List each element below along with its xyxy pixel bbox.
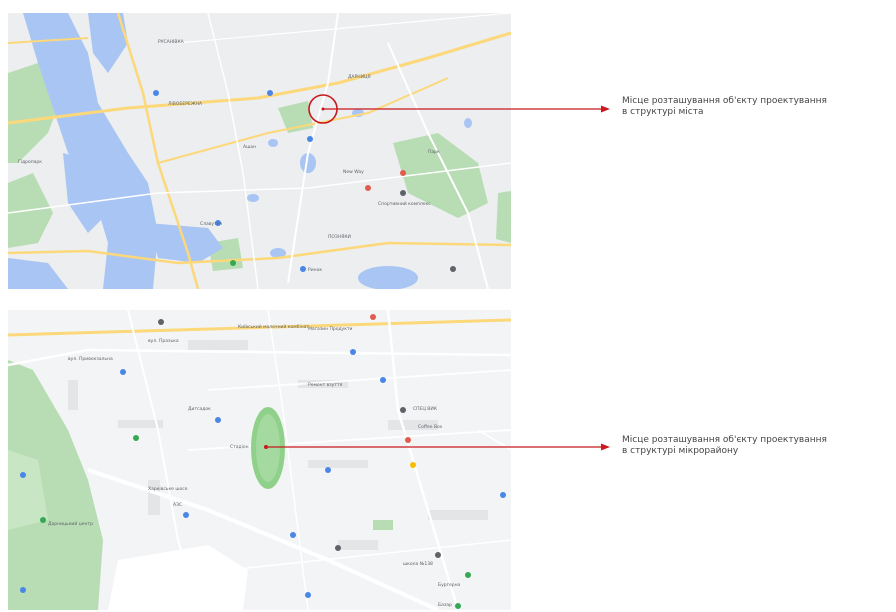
city-location-caption: Місце розташування об'єкту проектування … <box>622 96 892 118</box>
map-label-shoe-repair: Ремонт взуття <box>308 382 343 388</box>
map-label-hydropark: Гідропарк <box>18 159 42 165</box>
map-label-milk-factory: Київський молочний комбінат <box>238 323 309 330</box>
district-caption-line-2: в структурі мікрорайону <box>622 446 739 456</box>
district-scale-map[interactable]: Київський молочний комбінат Магазин Прод… <box>8 310 511 610</box>
map-label-bazar: Базар <box>438 602 452 608</box>
map-label-left-bank: ЛІВОБЕРЕЖНА <box>168 101 203 107</box>
city-caption-line-2: в структурі міста <box>622 107 704 117</box>
map-label-coffee: Coffee Box <box>418 424 443 430</box>
map-label-darnytsia: ДАРНИЦЯ <box>348 74 371 80</box>
map-label-new-way: New Way <box>343 169 364 175</box>
map-label-shop: Магазин Продукти <box>308 326 353 332</box>
city-caption-line-1: Місце розташування об'єкту проектування <box>622 96 827 106</box>
map-label-kindergarten: Дитсадок <box>188 406 211 412</box>
map-label-rusanivka: РУСАНІВКА <box>158 39 185 45</box>
city-map-graphic: РУСАНІВКА ДАРНИЦЯ ЛІВОБЕРЕЖНА New Way Сп… <box>8 13 511 289</box>
map-label-park: Парк <box>428 149 440 155</box>
map-label-spetsvik: СПЕЦ ВИК <box>413 406 438 412</box>
map-label-cafe: Бургерна <box>438 582 461 588</box>
map-label-ashan: Ашан <box>243 144 256 150</box>
top-arrow-head <box>601 105 610 113</box>
map-label-highway: Харківське шосе <box>148 486 188 492</box>
map-label-poznyaky: ПОЗНЯКИ <box>328 234 351 240</box>
district-caption-line-1: Місце розташування об'єкту проектування <box>622 435 827 445</box>
city-scale-map[interactable]: РУСАНІВКА ДАРНИЦЯ ЛІВОБЕРЕЖНА New Way Сп… <box>8 13 511 289</box>
map-label-school: школа №138 <box>403 561 433 567</box>
map-label-sport: Спортивний комплекс <box>378 200 431 207</box>
map-label-street-praz: вул. Празька <box>148 338 179 344</box>
map-label-gas: АЗС <box>173 502 182 508</box>
map-label-street-pryvokz: вул. Привокзальна <box>68 356 113 362</box>
bottom-arrow-head <box>601 443 610 451</box>
map-label-market: Ринок <box>308 267 322 273</box>
map-label-stadium: Стадіон <box>230 444 249 450</box>
map-label-slavutych: Славутич <box>200 221 223 227</box>
district-location-caption: Місце розташування об'єкту проектування … <box>622 435 892 457</box>
district-map-graphic: Київський молочний комбінат Магазин Прод… <box>8 310 511 610</box>
map-label-center: Дарницький центр <box>48 520 93 527</box>
